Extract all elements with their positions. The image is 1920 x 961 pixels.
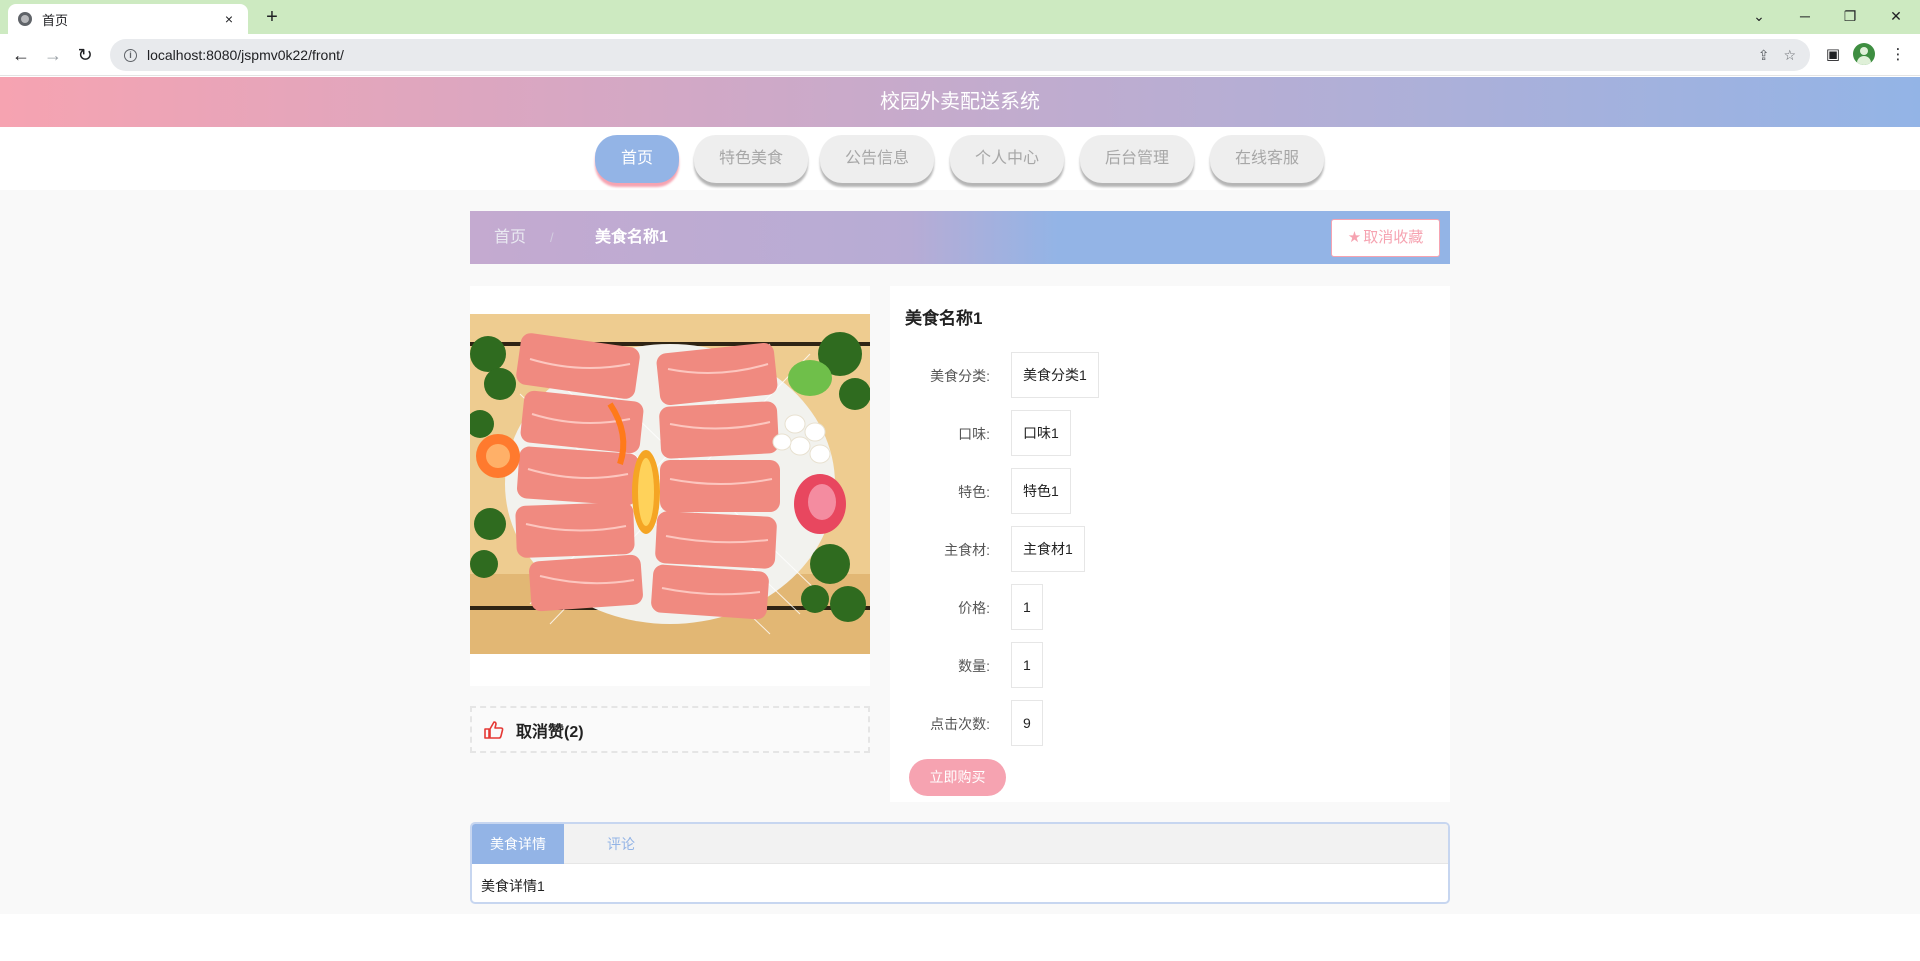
field-value-quantity: 1	[1011, 642, 1043, 688]
share-icon[interactable]: ⇪	[1758, 47, 1770, 64]
close-window-icon[interactable]: ✕	[1884, 4, 1908, 28]
globe-icon	[18, 12, 32, 26]
thumbs-up-icon	[484, 720, 504, 739]
buy-now-button[interactable]: 立即购买	[909, 759, 1006, 796]
field-label-click-count: 点击次数:	[930, 716, 990, 732]
nav-item-personal-center[interactable]: 个人中心	[950, 135, 1064, 183]
nav-item-home[interactable]: 首页	[595, 135, 679, 183]
field-value-flavor: 口味1	[1011, 410, 1071, 456]
unfavorite-button[interactable]: ★ 取消收藏	[1331, 219, 1440, 257]
breadcrumb: 首页 / 美食名称1	[470, 211, 1450, 264]
product-photo-frame	[470, 286, 870, 686]
browser-tab[interactable]: 首页 ×	[8, 4, 248, 34]
breadcrumb-separator: /	[550, 230, 554, 245]
field-label-category: 美食分类:	[930, 368, 990, 384]
field-label-main-ingredient: 主食材:	[944, 542, 990, 558]
field-value-specialty: 特色1	[1011, 468, 1071, 514]
tab-food-detail[interactable]: 美食详情	[472, 824, 564, 864]
site-info-icon[interactable]: i	[124, 48, 137, 62]
browser-tab-title: 首页	[42, 12, 69, 28]
salmon-sashimi-image	[470, 314, 870, 654]
field-label-flavor: 口味:	[958, 426, 990, 442]
food-detail-text: 美食详情1	[481, 878, 545, 894]
site-title: 校园外卖配送系统	[880, 91, 1040, 113]
side-panel-icon[interactable]: ▣	[1820, 42, 1846, 68]
browser-toolbar: ← → ↻ i localhost:8080/jspmv0k22/front/ …	[0, 34, 1920, 76]
forward-icon[interactable]: →	[40, 42, 66, 68]
field-value-category: 美食分类1	[1011, 352, 1099, 398]
profile-avatar-icon[interactable]	[1853, 43, 1875, 65]
nav-item-online-service[interactable]: 在线客服	[1210, 135, 1324, 183]
field-label-specialty: 特色:	[958, 484, 990, 500]
back-icon[interactable]: ←	[8, 42, 34, 68]
product-photo	[470, 314, 870, 654]
field-label-price: 价格:	[958, 600, 990, 616]
detail-tabs: 美食详情 评论 美食详情1	[470, 822, 1450, 904]
product-name: 美食名称1	[905, 309, 983, 328]
unlike-button[interactable]: 取消赞(2)	[470, 706, 870, 753]
field-value-price: 1	[1011, 584, 1043, 630]
browser-tabstrip: 首页 × + ⌄ ─ ❐ ✕	[0, 0, 1920, 34]
unfavorite-label: 取消收藏	[1363, 229, 1424, 246]
minimize-icon[interactable]: ─	[1793, 4, 1817, 28]
address-url[interactable]: localhost:8080/jspmv0k22/front/	[147, 47, 1744, 63]
main-nav: 首页 特色美食 公告信息 个人中心 后台管理 在线客服	[0, 127, 1920, 190]
bookmark-star-icon[interactable]: ☆	[1783, 47, 1796, 64]
breadcrumb-home[interactable]: 首页	[494, 211, 526, 264]
tab-search-icon[interactable]: ⌄	[1747, 4, 1771, 28]
reload-icon[interactable]: ↻	[72, 42, 98, 68]
new-tab-button[interactable]: +	[260, 6, 284, 30]
nav-item-announcements[interactable]: 公告信息	[820, 135, 934, 183]
field-value-main-ingredient: 主食材1	[1011, 526, 1085, 572]
field-value-click-count: 9	[1011, 700, 1043, 746]
star-icon: ★	[1347, 229, 1362, 246]
field-label-quantity: 数量:	[958, 658, 990, 674]
close-tab-icon[interactable]: ×	[220, 11, 238, 27]
unlike-label: 取消赞(2)	[516, 723, 584, 741]
restore-icon[interactable]: ❐	[1838, 4, 1862, 28]
nav-item-admin[interactable]: 后台管理	[1080, 135, 1194, 183]
detail-tabs-header: 美食详情 评论	[472, 824, 1448, 864]
site-header: 校园外卖配送系统	[0, 77, 1920, 127]
tab-comments[interactable]: 评论	[575, 824, 667, 864]
nav-item-featured-food[interactable]: 特色美食	[694, 135, 808, 183]
address-bar[interactable]: i localhost:8080/jspmv0k22/front/ ⇪ ☆	[110, 39, 1810, 71]
menu-kebab-icon[interactable]: ⋮	[1885, 42, 1911, 68]
breadcrumb-current: 美食名称1	[595, 229, 668, 246]
